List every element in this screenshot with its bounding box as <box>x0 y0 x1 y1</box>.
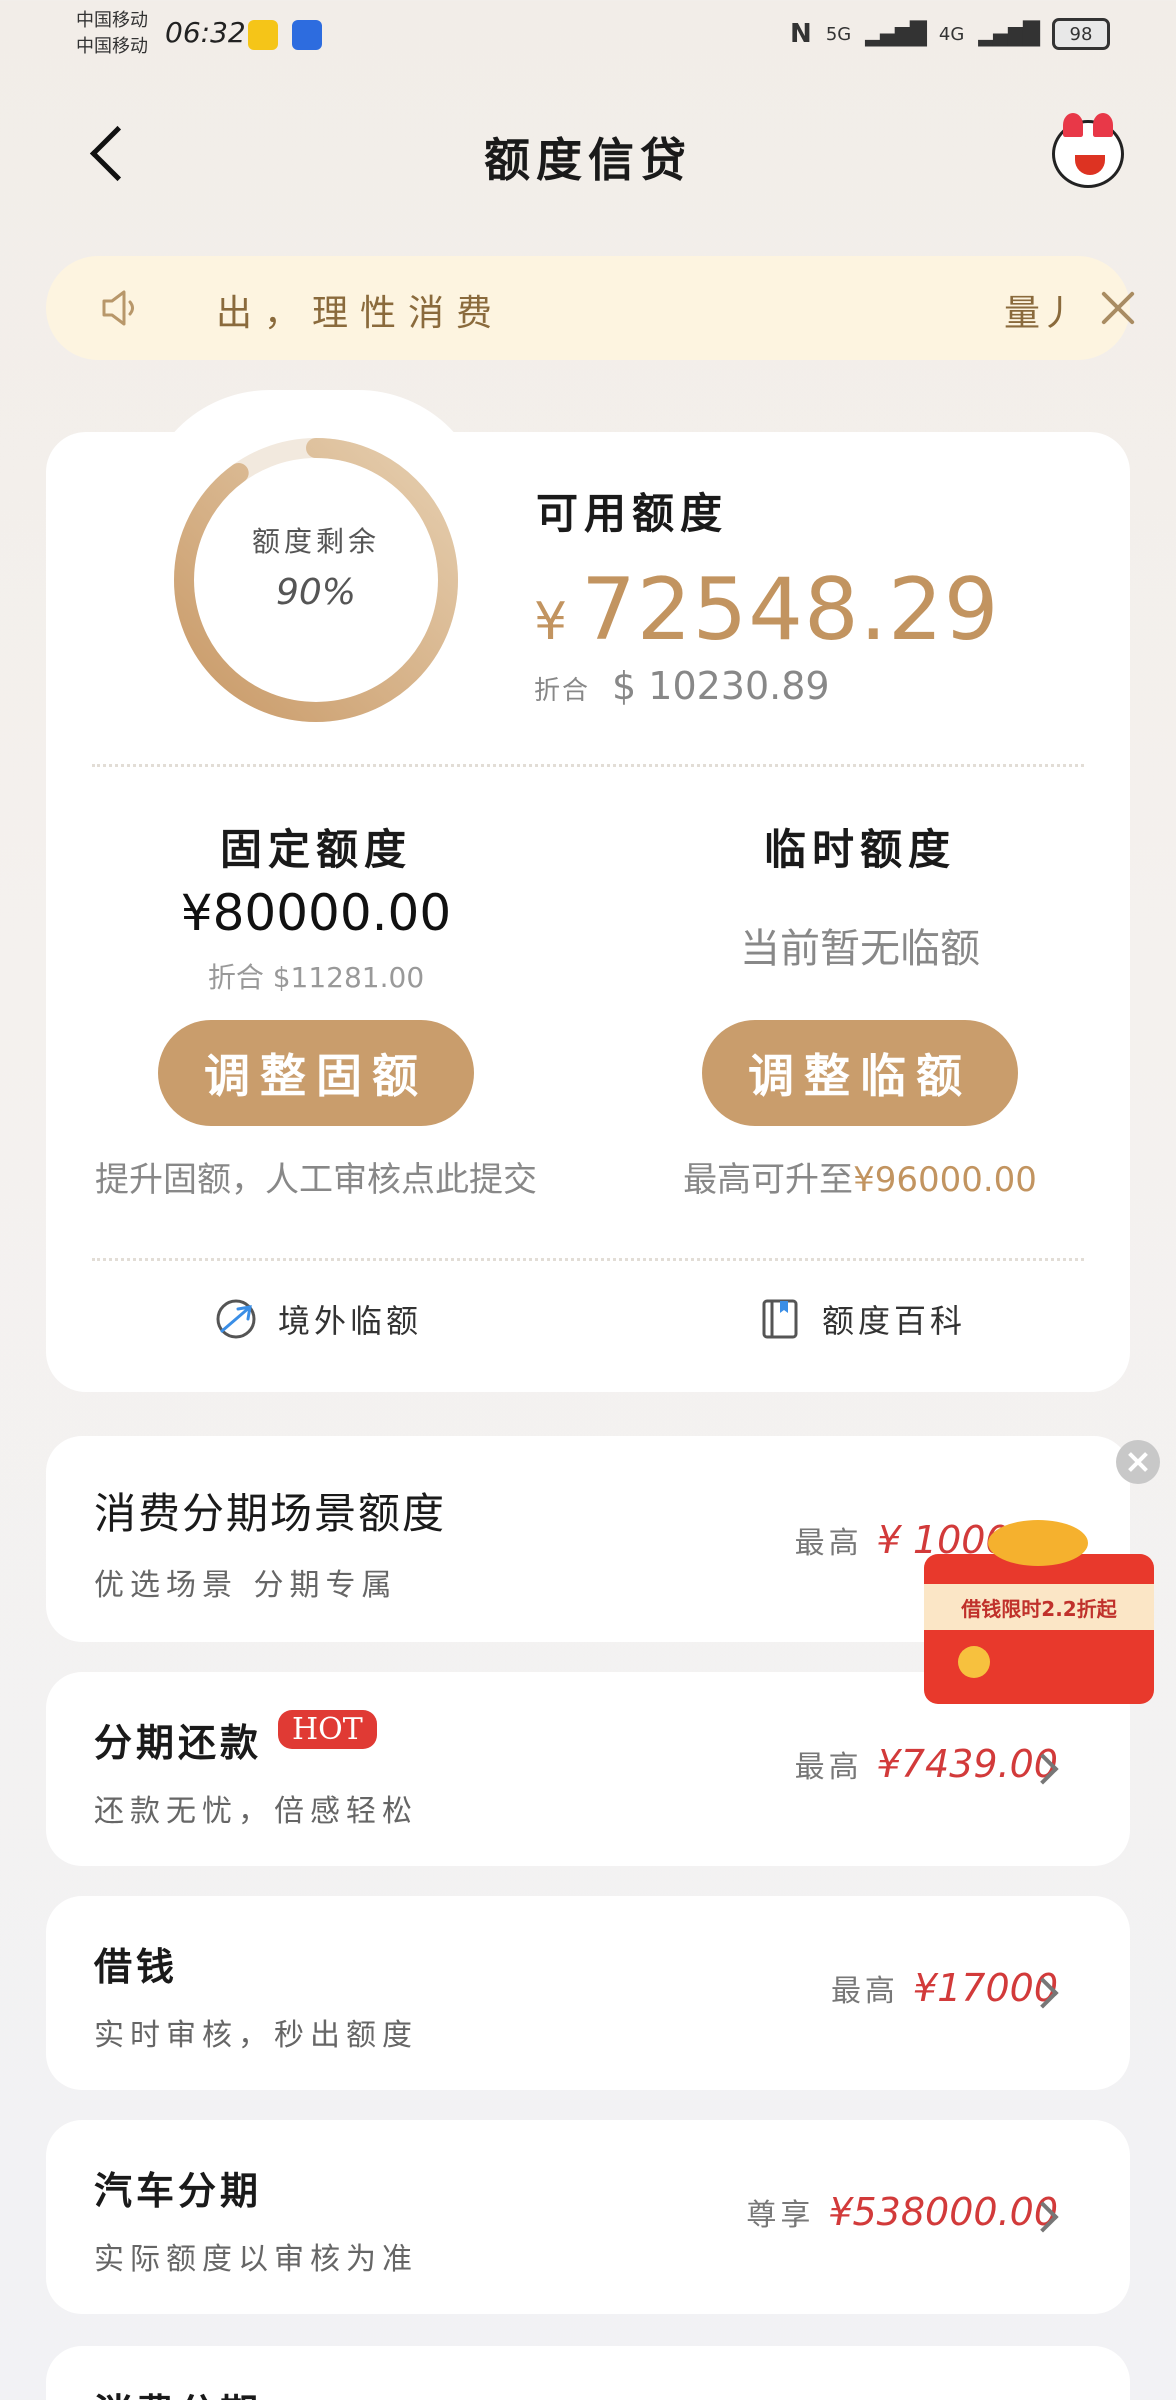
credit-encyclopedia-link[interactable]: 额度百科 <box>758 1296 966 1342</box>
available-converted: 折合 $ 10230.89 <box>534 664 830 708</box>
adjust-temporary-button[interactable]: 调整临额 <box>702 1020 1018 1126</box>
status-bar: 中国移动 中国移动 06:32 N 5G ▂▄▆█ 4G ▂▄▆█ 98 <box>0 0 1176 70</box>
nfc-icon: N <box>790 19 812 49</box>
plane-icon <box>216 1299 256 1339</box>
notice-text: 出，理性消费 <box>216 293 505 334</box>
product-title: 汽车分期 <box>94 2168 263 2213</box>
product-limit-prefix: 最高 <box>830 1974 899 2009</box>
fixed-credit-amount: ¥80000.00 <box>180 884 452 942</box>
temporary-hint: 最高可升至¥96000.00 <box>590 1152 1130 1201</box>
close-promo-button[interactable] <box>1116 1440 1160 1484</box>
page-header: 额度信贷 <box>0 100 1176 210</box>
mascot-avatar-icon[interactable] <box>1052 113 1124 188</box>
signal-icon: ▂▄▆█ <box>978 21 1040 47</box>
temporary-hint-amount: ¥96000.00 <box>853 1160 1037 1200</box>
overseas-temp-link[interactable]: 境外临额 <box>214 1296 422 1342</box>
product-limit-value: ¥538000.00 <box>828 2190 1058 2234</box>
product-title: 分期还款 <box>94 1720 263 1765</box>
signal-icon: ▂▄▆█ <box>865 21 927 47</box>
divider <box>92 1258 1084 1261</box>
divider <box>92 764 1084 767</box>
fixed-credit-title: 固定额度 <box>219 825 412 874</box>
product-title: 消费分期场景额度 <box>94 1489 447 1538</box>
product-limit: 尊享 ¥538000.00 <box>746 2190 1058 2234</box>
carrier-labels: 中国移动 中国移动 <box>76 8 148 60</box>
product-limit-prefix: 最高 <box>794 1526 863 1561</box>
converted-amount: $ 10230.89 <box>612 664 830 708</box>
temporary-credit-title: 临时额度 <box>763 825 956 874</box>
credit-encyclopedia-label: 额度百科 <box>822 1302 967 1340</box>
fixed-credit-converted: 折合 $11281.00 <box>207 961 425 994</box>
currency-symbol: ¥ <box>534 592 568 652</box>
carrier-2: 中国移动 <box>76 36 148 57</box>
product-limit: 最高 ¥7439.00 <box>795 1742 1058 1786</box>
page-title: 额度信贷 <box>484 133 692 187</box>
product-limit-prefix: 最高 <box>794 1750 863 1785</box>
speaker-icon <box>102 290 134 326</box>
product-card-borrow[interactable]: 借钱 实时审核，秒出额度 最高 ¥17000 <box>46 1896 1130 2090</box>
ring-label: 额度剩余 <box>251 525 380 558</box>
product-title: 消费分期 <box>94 2382 262 2400</box>
status-time: 06:32 <box>165 16 246 49</box>
product-subtitle: 实际额度以审核为准 <box>94 2242 418 2277</box>
notice-text-tail: 量丿 <box>1004 293 1077 334</box>
fixed-hint-link[interactable]: 提升固额，人工审核点此提交 <box>46 1152 586 1201</box>
ring-percent: 90% <box>275 572 356 613</box>
app-notification-icon <box>292 20 322 50</box>
product-subtitle: 还款无忧，倍感轻松 <box>94 1794 418 1829</box>
product-subtitle: 实时审核，秒出额度 <box>94 2018 418 2053</box>
carrier-1: 中国移动 <box>76 10 148 31</box>
battery-level: 98 <box>1069 23 1093 45</box>
book-icon <box>762 1299 798 1339</box>
weibo-notification-icon <box>248 20 278 50</box>
network-5g-label: 5G <box>825 23 852 45</box>
converted-label: 折合 <box>534 676 591 706</box>
hot-badge: HOT <box>278 1710 377 1749</box>
product-limit-prefix: 尊享 <box>746 2198 815 2233</box>
product-card-consumer-installment[interactable]: 消费分期 <box>46 2346 1130 2400</box>
status-indicators: N 5G ▂▄▆█ 4G ▂▄▆█ 98 <box>790 18 1110 50</box>
available-credit-label: 可用额度 <box>536 489 729 538</box>
promo-red-envelope[interactable]: 借钱限时2.2折起 <box>908 1516 1168 1714</box>
adjust-fixed-button[interactable]: 调整固额 <box>158 1020 474 1126</box>
close-icon[interactable] <box>1096 286 1140 330</box>
promo-text: 借钱限时2.2折起 <box>924 1584 1154 1630</box>
available-amount-value: 72548.29 <box>581 560 1000 660</box>
available-credit-amount: ¥ 72548.29 <box>534 560 999 660</box>
temporary-credit-status: 当前暂无临额 <box>740 926 980 972</box>
overseas-temp-label: 境外临额 <box>278 1302 423 1340</box>
product-card-auto-installment[interactable]: 汽车分期 实际额度以审核为准 尊享 ¥538000.00 <box>46 2120 1130 2314</box>
product-limit: 最高 ¥17000 <box>831 1966 1058 2010</box>
temporary-hint-prefix: 最高可升至 <box>683 1160 854 1200</box>
coin-icon <box>958 1646 990 1678</box>
product-subtitle: 优选场景 分期专属 <box>94 1568 398 1603</box>
product-title: 借钱 <box>94 1944 179 1989</box>
notice-banner[interactable]: 出，理性消费 量丿 <box>46 256 1130 360</box>
gift-bow-icon <box>988 1520 1088 1566</box>
network-4g-label: 4G <box>938 23 965 45</box>
battery-icon: 98 <box>1052 18 1110 50</box>
